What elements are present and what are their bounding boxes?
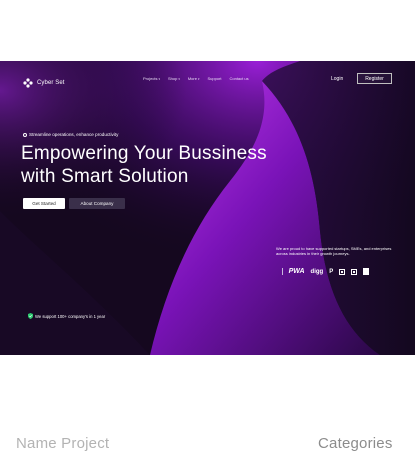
menu-item-label: Projects xyxy=(143,76,158,81)
register-button[interactable]: Register xyxy=(357,73,392,84)
about-company-button[interactable]: About Company xyxy=(69,198,125,209)
headline-line-2: with Smart Solution xyxy=(21,165,189,187)
menu-item-support[interactable]: Support xyxy=(207,76,221,81)
menu-item-contact[interactable]: Contact us xyxy=(229,76,248,81)
get-started-button[interactable]: Get Started xyxy=(23,198,65,209)
chevron-down-icon: ▾ xyxy=(197,76,200,81)
menu-item-projects[interactable]: Projects ▾ xyxy=(143,76,160,81)
shield-check-icon xyxy=(28,313,33,319)
digg-logo: digg xyxy=(310,268,324,275)
hero-headline: Empowering Your Bussiness with Smart Sol… xyxy=(21,143,311,188)
chevron-down-icon: ▾ xyxy=(178,76,180,81)
top-navigation: Cyber Set Projects ▾ Shop ▾ More ▾ Support … xyxy=(0,61,415,101)
partner-v-logo xyxy=(363,268,370,275)
menu-item-label: Shop xyxy=(167,76,178,81)
partner-k-logo xyxy=(339,268,346,275)
brand-logo[interactable]: Cyber Set xyxy=(23,78,65,88)
section-heading-categories: Categories xyxy=(318,435,393,452)
partner-p-logo: P xyxy=(329,268,334,275)
support-badge: We support 100+ company's in 1 year xyxy=(28,313,105,319)
support-description: We are proud to have supported startups,… xyxy=(276,246,392,257)
section-heading-name-project: Name Project xyxy=(16,435,110,452)
chevron-down-icon: ▾ xyxy=(158,76,160,81)
login-link[interactable]: Login xyxy=(331,76,343,82)
menu-item-shop[interactable]: Shop ▾ xyxy=(168,76,180,81)
menu-item-label: Contact us xyxy=(229,76,249,81)
divider xyxy=(282,268,283,275)
partner-k-mark xyxy=(341,270,344,273)
hero-tagline: Streamline operations, enhance productiv… xyxy=(23,132,118,137)
partner-j-logo xyxy=(351,268,358,275)
partner-logos: PWA digg P xyxy=(282,268,370,275)
hero-section: Cyber Set Projects ▾ Shop ▾ More ▾ Support … xyxy=(0,61,415,355)
headline-line-1: Empowering Your Bussiness xyxy=(21,143,267,164)
main-menu: Projects ▾ Shop ▾ More ▾ Support Contact us xyxy=(143,76,249,81)
partner-j-mark xyxy=(353,270,356,273)
pwa-logo: PWA xyxy=(288,268,305,275)
logo-icon xyxy=(23,78,33,88)
tagline-text: Streamline operations, enhance productiv… xyxy=(29,132,119,137)
menu-item-label: Support xyxy=(207,76,222,81)
menu-item-label: More xyxy=(187,76,197,81)
brand-name: Cyber Set xyxy=(37,80,65,86)
circle-icon xyxy=(23,132,27,137)
menu-item-more[interactable]: More ▾ xyxy=(188,76,200,81)
badge-text: We support 100+ company's in 1 year xyxy=(35,313,106,319)
